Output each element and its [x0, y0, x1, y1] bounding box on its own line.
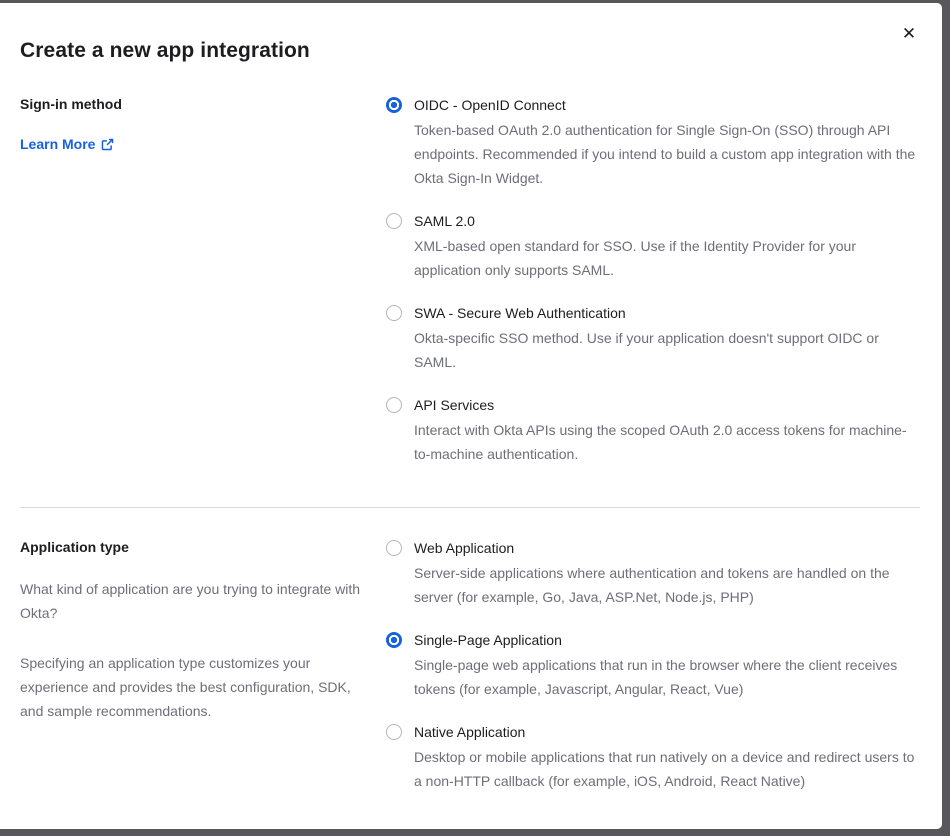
option-label-oidc[interactable]: OIDC - OpenID Connect: [414, 94, 920, 116]
option-description-web-application: Server-side applications where authentic…: [414, 561, 920, 609]
section-divider: [20, 507, 920, 508]
option-description-single-page-application: Single-page web applications that run in…: [414, 653, 920, 701]
radio-option-swa[interactable]: SWA - Secure Web Authentication Okta-spe…: [386, 302, 920, 374]
create-app-integration-dialog: ✕ Create a new app integration Sign-in m…: [0, 3, 942, 829]
radio-button-single-page-application[interactable]: [386, 632, 402, 648]
radio-button-web-application[interactable]: [386, 540, 402, 556]
option-description-oidc: Token-based OAuth 2.0 authentication for…: [414, 118, 920, 190]
option-label-web-application[interactable]: Web Application: [414, 537, 920, 559]
option-description-swa: Okta-specific SSO method. Use if your ap…: [414, 326, 920, 374]
option-label-single-page-application[interactable]: Single-Page Application: [414, 629, 920, 651]
signin-method-label: Sign-in method: [20, 94, 366, 114]
application-type-help-text: Specifying an application type customize…: [20, 651, 366, 723]
radio-button-native-application[interactable]: [386, 724, 402, 740]
radio-option-api-services[interactable]: API Services Interact with Okta APIs usi…: [386, 394, 920, 466]
application-type-question: What kind of application are you trying …: [20, 577, 366, 625]
option-description-saml: XML-based open standard for SSO. Use if …: [414, 234, 920, 282]
dialog-title: Create a new app integration: [20, 39, 920, 63]
radio-button-saml[interactable]: [386, 213, 402, 229]
application-type-section: Application type What kind of applicatio…: [20, 537, 920, 793]
radio-option-oidc[interactable]: OIDC - OpenID Connect Token-based OAuth …: [386, 94, 920, 190]
application-type-label: Application type: [20, 537, 366, 557]
option-label-api-services[interactable]: API Services: [414, 394, 920, 416]
signin-method-section: Sign-in method Learn More: [20, 94, 920, 466]
learn-more-link[interactable]: Learn More: [20, 135, 114, 153]
option-label-native-application[interactable]: Native Application: [414, 721, 920, 743]
radio-button-swa[interactable]: [386, 305, 402, 321]
option-description-api-services: Interact with Okta APIs using the scoped…: [414, 418, 920, 466]
learn-more-label: Learn More: [20, 135, 95, 153]
external-link-icon: [101, 138, 114, 151]
radio-option-web-application[interactable]: Web Application Server-side applications…: [386, 537, 920, 609]
radio-button-oidc[interactable]: [386, 97, 402, 113]
option-label-saml[interactable]: SAML 2.0: [414, 210, 920, 232]
radio-option-saml[interactable]: SAML 2.0 XML-based open standard for SSO…: [386, 210, 920, 282]
radio-option-single-page-application[interactable]: Single-Page Application Single-page web …: [386, 629, 920, 701]
radio-option-native-application[interactable]: Native Application Desktop or mobile app…: [386, 721, 920, 793]
radio-button-api-services[interactable]: [386, 397, 402, 413]
option-description-native-application: Desktop or mobile applications that run …: [414, 745, 920, 793]
option-label-swa[interactable]: SWA - Secure Web Authentication: [414, 302, 920, 324]
